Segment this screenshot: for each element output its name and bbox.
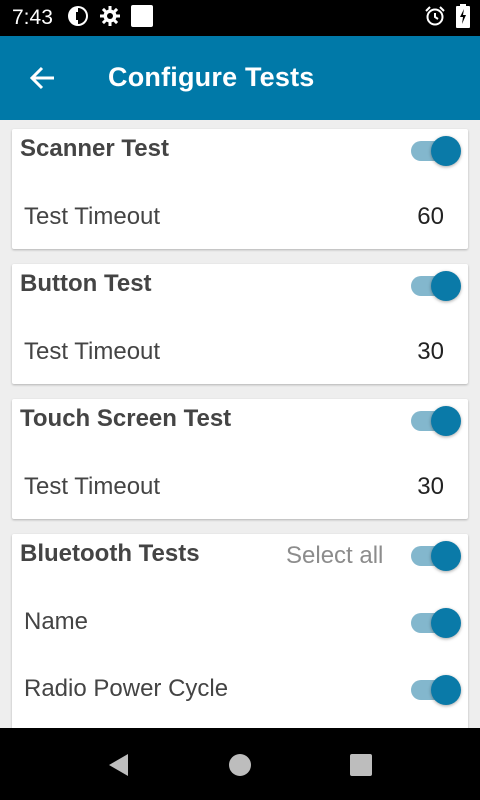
nav-recents-icon[interactable]	[348, 752, 374, 778]
toggle-thumb	[431, 271, 461, 301]
button-test-toggle[interactable]	[411, 268, 463, 301]
page-title: Configure Tests	[108, 62, 315, 92]
bluetooth-item-radio-label: Radio Power Cycle	[24, 675, 229, 702]
battery-charging-icon	[456, 3, 470, 33]
touch-timeout-label: Test Timeout	[24, 473, 161, 500]
tests-list[interactable]: Scanner Test Test Timeout 60 Button Test…	[0, 120, 480, 728]
scanner-timeout-value[interactable]: 60	[417, 203, 444, 231]
toggle-thumb	[431, 608, 461, 638]
status-bar: 7:43	[0, 0, 480, 36]
touch-screen-test-toggle[interactable]	[411, 403, 463, 436]
alarm-icon	[424, 5, 446, 32]
status-time: 7:43	[12, 6, 53, 29]
scanner-timeout-label: Test Timeout	[24, 203, 161, 230]
nav-home-icon[interactable]	[227, 752, 253, 778]
blank-square-icon	[130, 4, 153, 32]
toggle-thumb	[431, 406, 461, 436]
toggle-thumb	[431, 541, 461, 571]
toggle-thumb	[431, 675, 461, 705]
scanner-test-card: Scanner Test Test Timeout 60	[12, 129, 468, 249]
bluetooth-radio-power-cycle-toggle[interactable]	[411, 672, 463, 705]
touch-screen-test-title: Touch Screen Test	[20, 405, 232, 432]
scanner-test-toggle[interactable]	[411, 133, 463, 166]
back-arrow-icon[interactable]	[28, 64, 56, 92]
button-timeout-label: Test Timeout	[24, 338, 161, 365]
data-saver-icon	[67, 5, 89, 32]
settings-gear-icon	[99, 5, 121, 32]
touch-timeout-value[interactable]: 30	[417, 473, 444, 501]
button-timeout-value[interactable]: 30	[417, 338, 444, 366]
bluetooth-select-all-toggle[interactable]	[411, 538, 463, 571]
app-bar: Configure Tests	[0, 36, 480, 120]
button-test-title: Button Test	[20, 270, 152, 297]
bluetooth-name-toggle[interactable]	[411, 605, 463, 638]
bluetooth-item-name-label: Name	[24, 608, 89, 635]
touch-screen-test-card: Touch Screen Test Test Timeout 30	[12, 399, 468, 519]
select-all-label[interactable]: Select all	[286, 542, 383, 570]
bluetooth-tests-title: Bluetooth Tests	[20, 540, 200, 567]
scanner-test-title: Scanner Test	[20, 135, 169, 162]
nav-back-icon[interactable]	[106, 752, 132, 778]
button-test-card: Button Test Test Timeout 30	[12, 264, 468, 384]
navigation-bar	[0, 728, 480, 800]
toggle-thumb	[431, 136, 461, 166]
bluetooth-tests-card: Bluetooth Tests Select all Name Radio Po…	[12, 534, 468, 728]
